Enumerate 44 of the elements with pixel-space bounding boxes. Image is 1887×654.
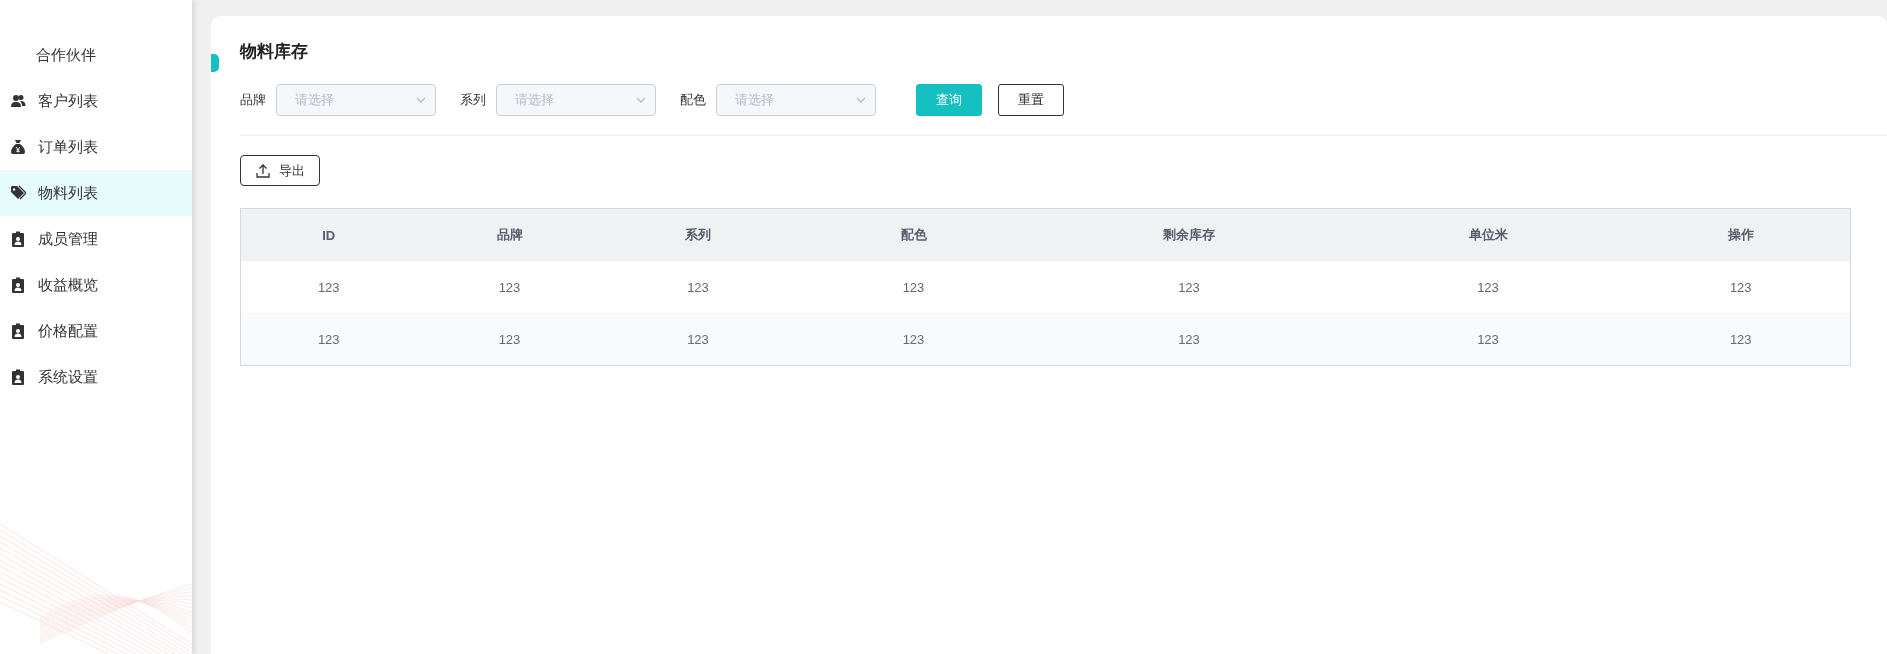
sidebar-item[interactable]: 收益概览 — [0, 262, 192, 308]
filter-label: 配色 — [680, 91, 706, 109]
title-marker — [211, 54, 219, 72]
table-cell: 123 — [602, 261, 794, 313]
table-cell: 123 — [602, 313, 794, 366]
column-header: ID — [240, 208, 417, 261]
sidebar-item[interactable]: 物料列表 — [0, 170, 192, 216]
table-cell: 123 — [416, 313, 603, 366]
reset-button[interactable]: 重置 — [998, 84, 1064, 116]
table-cell: 123 — [240, 313, 417, 366]
sidebar-item[interactable]: 成员管理 — [0, 216, 192, 262]
column-header: 剩余库存 — [1033, 208, 1345, 261]
table-cell: 123 — [1344, 261, 1632, 313]
page-title: 物料库存 — [240, 41, 308, 63]
sidebar-header: 合作伙伴 — [35, 45, 96, 65]
sidebar-item[interactable]: 订单列表 — [0, 124, 192, 170]
id-badge-icon — [10, 369, 26, 385]
table-cell: 123 — [1631, 261, 1851, 313]
table-cell: 123 — [793, 261, 1034, 313]
id-badge-icon — [10, 323, 26, 339]
table-cell: 123 — [1033, 313, 1345, 366]
id-badge-icon — [10, 277, 26, 293]
filter-label: 品牌 — [240, 91, 266, 109]
tags-icon — [10, 185, 26, 201]
sidebar-item[interactable]: 客户列表 — [0, 78, 192, 124]
table-cell: 123 — [1344, 313, 1632, 366]
column-header: 单位米 — [1344, 208, 1632, 261]
table-cell: 123 — [793, 313, 1034, 366]
column-header: 配色 — [793, 208, 1034, 261]
sidebar-item[interactable]: 系统设置 — [0, 354, 192, 400]
upload-icon — [255, 162, 271, 179]
filter-label: 系列 — [460, 91, 486, 109]
table-cell: 123 — [416, 261, 603, 313]
id-badge-icon — [10, 231, 26, 247]
users-icon — [10, 93, 26, 109]
table-cell: 123 — [1033, 261, 1345, 313]
column-header: 品牌 — [416, 208, 603, 261]
export-button[interactable]: 导出 — [240, 155, 320, 186]
money-bag-icon — [10, 139, 26, 155]
column-header: 操作 — [1631, 208, 1851, 261]
table-cell: 123 — [240, 261, 417, 313]
table-cell: 123 — [1631, 313, 1851, 366]
sidebar-item[interactable]: 价格配置 — [0, 308, 192, 354]
column-header: 系列 — [602, 208, 794, 261]
